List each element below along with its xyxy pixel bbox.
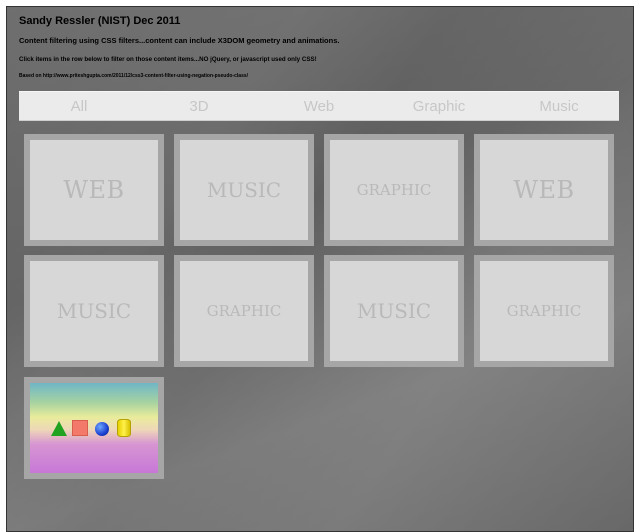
content-card-3d[interactable] bbox=[24, 377, 164, 479]
content-card-music[interactable]: MUSIC bbox=[324, 255, 464, 367]
description-line-1: Content filtering using CSS filters...co… bbox=[19, 36, 340, 45]
content-card-music[interactable]: MUSIC bbox=[24, 255, 164, 367]
x3dom-scene[interactable] bbox=[30, 383, 158, 473]
card-label: GRAPHIC bbox=[330, 140, 458, 240]
content-card-graphic[interactable]: GRAPHIC bbox=[174, 255, 314, 367]
filter-3d[interactable]: 3D bbox=[139, 98, 259, 115]
filter-music[interactable]: Music bbox=[499, 98, 619, 115]
description-line-2: Click items in the row below to filter o… bbox=[19, 56, 317, 63]
filter-bar: All 3D Web Graphic Music bbox=[19, 91, 619, 121]
filter-web[interactable]: Web bbox=[259, 98, 379, 115]
filter-all[interactable]: All bbox=[19, 98, 139, 115]
sphere-icon bbox=[95, 422, 109, 436]
card-label: WEB bbox=[30, 140, 158, 240]
cone-icon bbox=[51, 421, 67, 436]
cylinder-icon bbox=[117, 419, 131, 437]
content-card-web[interactable]: WEB bbox=[474, 134, 614, 246]
card-label: MUSIC bbox=[180, 140, 308, 240]
card-label: MUSIC bbox=[330, 261, 458, 361]
content-card-graphic[interactable]: GRAPHIC bbox=[474, 255, 614, 367]
box-icon bbox=[72, 420, 88, 436]
source-credit-line: Based on http://www.priteshgupta.com/201… bbox=[19, 73, 249, 79]
content-card-graphic[interactable]: GRAPHIC bbox=[324, 134, 464, 246]
card-label: GRAPHIC bbox=[180, 261, 308, 361]
card-label: MUSIC bbox=[30, 261, 158, 361]
card-label: WEB bbox=[480, 140, 608, 240]
content-card-web[interactable]: WEB bbox=[24, 134, 164, 246]
page-title: Sandy Ressler (NIST) Dec 2011 bbox=[19, 15, 181, 27]
card-label: GRAPHIC bbox=[480, 261, 608, 361]
content-card-music[interactable]: MUSIC bbox=[174, 134, 314, 246]
filter-graphic[interactable]: Graphic bbox=[379, 98, 499, 115]
page-frame: Sandy Ressler (NIST) Dec 2011 Content fi… bbox=[6, 6, 634, 532]
